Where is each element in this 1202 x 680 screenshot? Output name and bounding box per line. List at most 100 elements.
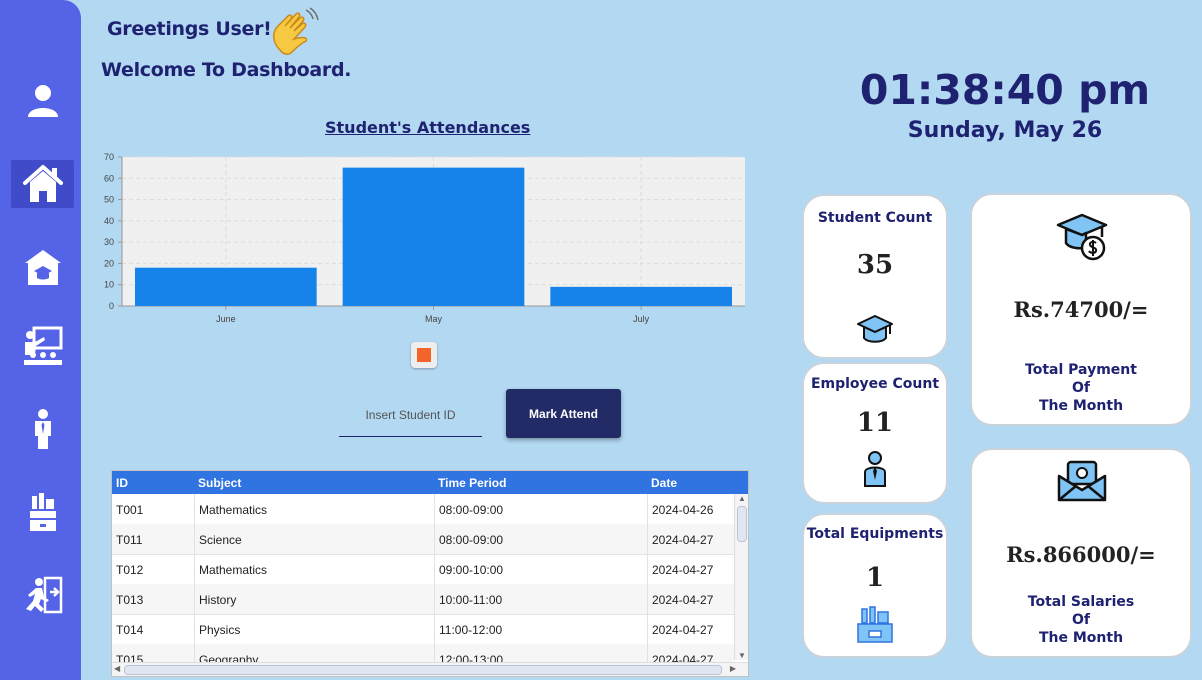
schedule-table: ID Subject Time Period Date T001 Mathemat…: [111, 470, 749, 677]
scroll-up-icon[interactable]: ▲: [738, 494, 746, 503]
payment-card: Rs.74700/= Total Payment Of The Month: [970, 193, 1192, 426]
student-count-title: Student Count: [817, 210, 933, 226]
column-header-date[interactable]: Date: [651, 476, 677, 490]
y-tick-label: 10: [104, 280, 114, 290]
table-cell: Physics: [199, 623, 241, 637]
sidebar-item-profile[interactable]: [11, 77, 74, 125]
mark-attend-button[interactable]: Mark Attend: [506, 389, 621, 438]
salary-envelope-icon: [1057, 460, 1107, 502]
table-cell: T011: [116, 533, 143, 547]
vertical-scrollbar[interactable]: ▲ ▼: [734, 494, 748, 660]
equipment-icon: [29, 493, 56, 531]
bar-july: [550, 286, 732, 306]
y-tick-label: 50: [104, 195, 114, 205]
payment-value: Rs.74700/=: [1013, 297, 1149, 322]
employee-icon: [34, 409, 51, 449]
chart-legend-swatch[interactable]: [411, 342, 437, 368]
y-tick-label: 30: [104, 237, 114, 247]
bar-june: [135, 267, 317, 306]
table-cell: 2024-04-27: [652, 533, 714, 547]
waving-hand-icon: [273, 7, 319, 55]
x-tick-label: June: [216, 314, 236, 324]
y-tick-label: 60: [104, 173, 114, 183]
vertical-scroll-thumb[interactable]: [737, 506, 747, 542]
table-cell: Mathematics: [199, 563, 268, 577]
y-tick-label: 20: [104, 258, 114, 268]
employee-count-title: Employee Count: [810, 376, 940, 392]
welcome-text: Welcome To Dashboard.: [101, 59, 352, 81]
sidebar-item-school[interactable]: [11, 243, 74, 291]
chart-title: Student's Attendances: [325, 118, 531, 137]
column-divider: [647, 494, 648, 664]
sidebar-item-employee[interactable]: [11, 405, 74, 453]
table-cell: Mathematics: [199, 503, 268, 517]
student-id-input[interactable]: [339, 394, 482, 437]
table-header: ID Subject Time Period Date: [112, 471, 748, 494]
table-cell: 11:00-12:00: [439, 623, 503, 637]
table-cell: 09:00-10:00: [439, 563, 504, 577]
home-icon: [22, 165, 63, 202]
table-cell: Science: [199, 533, 242, 547]
table-cell: T013: [116, 593, 144, 607]
table-cell: 2024-04-27: [652, 563, 714, 577]
scroll-left-icon[interactable]: ◀: [114, 664, 120, 673]
bar-may: [342, 167, 525, 306]
table-row[interactable]: T014 Physics 11:00-12:00 2024-04-27: [112, 614, 734, 645]
table-cell: 2024-04-27: [652, 593, 714, 607]
equipment-count-value: 1: [865, 563, 885, 593]
salaries-label: Total Salaries Of The Month: [1027, 594, 1135, 646]
payment-label: Total Payment Of The Month: [1025, 362, 1137, 414]
scroll-down-icon[interactable]: ▼: [738, 651, 746, 660]
equipment-icon: [857, 606, 893, 643]
attendance-bar-chart: 0 10 20 30 40 50 60 70 June May July: [104, 152, 745, 324]
table-row[interactable]: T011 Science 08:00-09:00 2024-04-27: [112, 524, 734, 555]
table-cell: T014: [116, 623, 144, 637]
legend-color-icon: [417, 348, 431, 362]
column-divider: [194, 494, 195, 664]
clock-date: Sunday, May 26: [907, 118, 1103, 143]
table-cell: T012: [116, 563, 144, 577]
table-cell: 10:00-11:00: [439, 593, 503, 607]
employee-icon: [864, 451, 886, 487]
sidebar-item-classroom[interactable]: [11, 322, 74, 370]
sidebar: [0, 0, 81, 680]
y-tick-label: 40: [104, 216, 114, 226]
clock-time: 01:38:40 pm: [859, 66, 1151, 114]
column-divider: [434, 494, 435, 664]
sidebar-item-logout[interactable]: [11, 571, 74, 619]
x-tick-label: July: [633, 314, 650, 324]
table-row[interactable]: T012 Mathematics 09:00-10:00 2024-04-27: [112, 554, 734, 585]
greeting-text: Greetings User!: [107, 18, 272, 40]
table-row[interactable]: T013 History 10:00-11:00 2024-04-27: [112, 584, 734, 615]
scroll-right-icon[interactable]: ▶: [730, 664, 736, 673]
graduation-cap-money-icon: [1056, 213, 1108, 261]
graduation-cap-icon: [857, 315, 893, 343]
equipment-count-card: Total Equipments 1: [802, 513, 948, 658]
equipment-count-title: Total Equipments: [806, 526, 944, 542]
table-cell: History: [199, 593, 237, 607]
salaries-value: Rs.866000/=: [1006, 542, 1156, 567]
classroom-icon: [23, 326, 62, 365]
logout-icon: [25, 576, 62, 614]
column-header-id[interactable]: ID: [116, 476, 128, 490]
student-count-value: 35: [856, 250, 894, 280]
x-tick-label: May: [425, 314, 443, 324]
employee-count-card: Employee Count 11: [802, 362, 948, 504]
user-icon: [27, 85, 58, 117]
table-cell: 08:00-09:00: [439, 503, 504, 517]
student-count-card: Student Count 35: [802, 194, 948, 359]
table-cell: 2024-04-26: [652, 503, 714, 517]
column-header-subject[interactable]: Subject: [198, 476, 241, 490]
column-header-time-period[interactable]: Time Period: [438, 476, 506, 490]
horizontal-scrollbar[interactable]: ◀ ▶: [112, 662, 748, 676]
employee-count-value: 11: [856, 408, 894, 438]
horizontal-scroll-thumb[interactable]: [124, 665, 722, 675]
table-cell: T001: [116, 503, 144, 517]
table-row[interactable]: T001 Mathematics 08:00-09:00 2024-04-26: [112, 494, 734, 525]
sidebar-item-home[interactable]: [11, 160, 74, 208]
y-tick-label: 0: [109, 301, 114, 311]
sidebar-item-equipment[interactable]: [11, 488, 74, 536]
table-cell: 08:00-09:00: [439, 533, 504, 547]
table-cell: 2024-04-27: [652, 623, 714, 637]
school-icon: [24, 250, 61, 285]
